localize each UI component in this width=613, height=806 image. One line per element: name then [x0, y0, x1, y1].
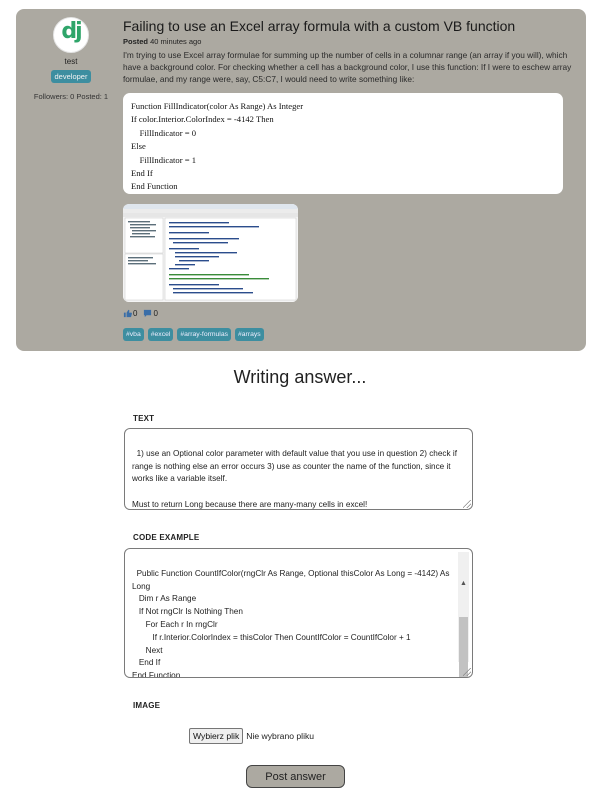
writing-answer-heading: Writing answer... [233, 367, 367, 387]
tag[interactable]: #excel [147, 328, 174, 341]
author-stats: Followers: 0 Posted: 1 [33, 92, 109, 101]
code-example-label: CODE EXAMPLE [133, 533, 200, 542]
question-code-block: Function FillIndicator(color As Range) A… [123, 93, 563, 194]
posted-label: Posted [123, 37, 149, 46]
image-file-input: Wybierz plik Nie wybrano pliku [189, 728, 314, 744]
tag[interactable]: #vba [123, 328, 144, 341]
tag[interactable]: #array-formulas [177, 328, 231, 341]
question-body: I'm trying to use Excel array formulae f… [123, 50, 572, 85]
code-example-input[interactable]: Public Function CountIfColor(rngClr As R… [124, 548, 473, 678]
author-panel: dj test developer Followers: 0 Posted: 1 [34, 17, 108, 101]
question-title[interactable]: Failing to use an Excel array formula wi… [123, 18, 583, 34]
comment-count: 0 [153, 309, 158, 318]
posted-time-value: 40 minutes ago [150, 37, 202, 46]
question-screenshot[interactable] [123, 204, 298, 302]
like-count: 0 [133, 309, 138, 318]
post-answer-button[interactable]: Post answer [246, 765, 345, 788]
code-example-value: Public Function CountIfColor(rngClr As R… [132, 568, 450, 678]
choose-file-button[interactable]: Wybierz plik [189, 728, 244, 744]
vba-editor-screenshot-image [123, 204, 298, 302]
thumbs-up-icon [123, 309, 132, 318]
tag-list: #vba #excel #array-formulas #arrays [123, 328, 264, 341]
comment-icon [144, 309, 152, 318]
answer-text-input[interactable]: 1) use an Optional color parameter with … [124, 428, 473, 510]
comment-button[interactable]: 0 [143, 309, 158, 318]
resize-grip-icon[interactable] [463, 500, 471, 508]
scroll-up-icon[interactable]: ▲ [458, 578, 469, 589]
tag[interactable]: #arrays [235, 328, 264, 341]
author-name[interactable]: test [34, 57, 108, 66]
code-scrollbar[interactable]: ▲ ▼ [458, 552, 469, 677]
resize-grip-icon[interactable] [463, 668, 471, 676]
django-logo-icon[interactable]: dj [53, 17, 89, 53]
answer-text-value: 1) use an Optional color parameter with … [132, 448, 457, 509]
question-card: dj test developer Followers: 0 Posted: 1… [16, 9, 586, 351]
image-label: IMAGE [133, 701, 161, 710]
like-button[interactable]: 0 [123, 309, 137, 318]
file-status: Nie wybrano pliku [246, 731, 315, 741]
text-label: TEXT [133, 414, 155, 423]
posted-time: Posted 40 minutes ago [123, 37, 201, 46]
reactions: 0 0 [123, 309, 158, 318]
role-badge: developer [50, 70, 92, 83]
